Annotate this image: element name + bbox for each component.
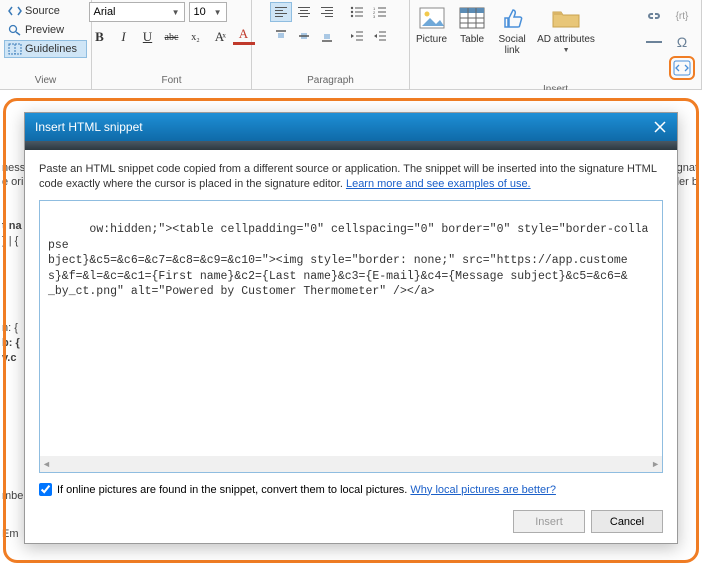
chevron-down-icon: ▼ <box>563 47 570 54</box>
group-label-font: Font <box>96 73 247 89</box>
cancel-button[interactable]: Cancel <box>591 510 663 533</box>
align-middle-button[interactable] <box>293 26 315 46</box>
learn-more-link[interactable]: Learn more and see examples of use. <box>346 178 531 190</box>
snippet-textarea[interactable]: ow:hidden;"><table cellpadding="0" cells… <box>39 200 663 473</box>
insert-rt-button[interactable]: {rt} <box>669 4 695 28</box>
insert-ad-button[interactable]: AD attributes ▼ <box>535 2 597 56</box>
insert-ad-label: AD attributes <box>537 34 595 45</box>
ribbon-group-view: Source Preview Guidelines View <box>0 0 92 89</box>
outdent-button[interactable] <box>346 26 368 46</box>
code-icon <box>8 4 22 18</box>
font-size-select[interactable]: 10 ▼ <box>189 2 227 22</box>
convert-pictures-label: If online pictures are found in the snip… <box>57 484 410 496</box>
close-button[interactable] <box>643 113 677 141</box>
align-center-button[interactable] <box>293 2 315 22</box>
ribbon-group-paragraph: 123 Paragraph <box>252 0 410 89</box>
dialog-body: Paste an HTML snippet code copied from a… <box>25 150 677 543</box>
font-family-value: Arial <box>94 6 116 18</box>
preview-icon <box>8 23 22 37</box>
insert-hr-button[interactable] <box>641 30 667 54</box>
why-local-link[interactable]: Why local pictures are better? <box>410 484 556 496</box>
convert-pictures-checkbox[interactable] <box>39 483 52 496</box>
bullet-list-button[interactable] <box>346 2 368 22</box>
dialog-subheader <box>25 141 677 150</box>
align-right-button[interactable] <box>316 2 338 22</box>
convert-pictures-row: If online pictures are found in the snip… <box>39 483 663 496</box>
ribbon-group-font: Arial ▼ 10 ▼ B I U abc x₂ Aͯ A Font <box>92 0 252 89</box>
insert-social-button[interactable]: Social link <box>495 2 529 58</box>
insert-table-button[interactable]: Table <box>455 2 489 47</box>
folder-icon <box>551 4 581 32</box>
dialog-description: Paste an HTML snippet code copied from a… <box>39 162 663 192</box>
group-label-view: View <box>4 73 87 89</box>
close-icon <box>654 121 666 133</box>
align-bottom-button[interactable] <box>316 26 338 46</box>
underline-button[interactable]: U <box>137 26 159 48</box>
view-source-button[interactable]: Source <box>4 2 87 20</box>
insert-link-button[interactable] <box>641 4 667 28</box>
font-size-value: 10 <box>194 6 206 18</box>
insert-table-label: Table <box>460 34 484 45</box>
view-guidelines-button[interactable]: Guidelines <box>4 40 87 58</box>
view-preview-button[interactable]: Preview <box>4 21 87 39</box>
guidelines-icon <box>8 42 22 56</box>
view-preview-label: Preview <box>25 24 64 36</box>
ribbon-toolbar: Source Preview Guidelines View Arial <box>0 0 702 90</box>
dialog-titlebar: Insert HTML snippet <box>25 113 677 141</box>
clear-format-button[interactable]: Aͯ <box>209 26 231 48</box>
subscript-button[interactable]: x₂ <box>185 26 207 48</box>
chevron-down-icon: ▼ <box>214 8 222 17</box>
insert-html-snippet-button[interactable] <box>669 56 695 80</box>
dialog-title: Insert HTML snippet <box>35 120 143 134</box>
font-family-select[interactable]: Arial ▼ <box>89 2 185 22</box>
bold-button[interactable]: B <box>89 26 111 48</box>
horizontal-scrollbar[interactable]: ◄► <box>40 456 662 472</box>
insert-button[interactable]: Insert <box>513 510 585 533</box>
view-source-label: Source <box>25 5 60 17</box>
insert-symbol-button[interactable]: Ω <box>669 30 695 54</box>
chevron-down-icon: ▼ <box>172 8 180 17</box>
ribbon-group-insert: Picture Table Social link AD attributes … <box>410 0 702 89</box>
strike-button[interactable]: abc <box>161 26 183 48</box>
insert-picture-label: Picture <box>416 34 447 45</box>
insert-social-label: Social link <box>499 34 526 56</box>
insert-html-snippet-dialog: Insert HTML snippet Paste an HTML snippe… <box>24 112 678 544</box>
number-list-button[interactable]: 123 <box>369 2 391 22</box>
align-top-button[interactable] <box>270 26 292 46</box>
table-icon <box>457 4 487 32</box>
html-snippet-icon <box>673 60 691 76</box>
italic-button[interactable]: I <box>113 26 135 48</box>
view-guidelines-label: Guidelines <box>25 43 77 55</box>
thumbs-up-icon <box>497 4 527 32</box>
dialog-buttons: Insert Cancel <box>39 504 663 533</box>
align-left-button[interactable] <box>270 2 292 22</box>
indent-button[interactable] <box>369 26 391 46</box>
picture-icon <box>417 4 447 32</box>
svg-text:3: 3 <box>373 14 376 18</box>
snippet-content: ow:hidden;"><table cellpadding="0" cells… <box>48 223 648 298</box>
insert-picture-button[interactable]: Picture <box>414 2 449 47</box>
group-label-paragraph: Paragraph <box>256 73 405 89</box>
